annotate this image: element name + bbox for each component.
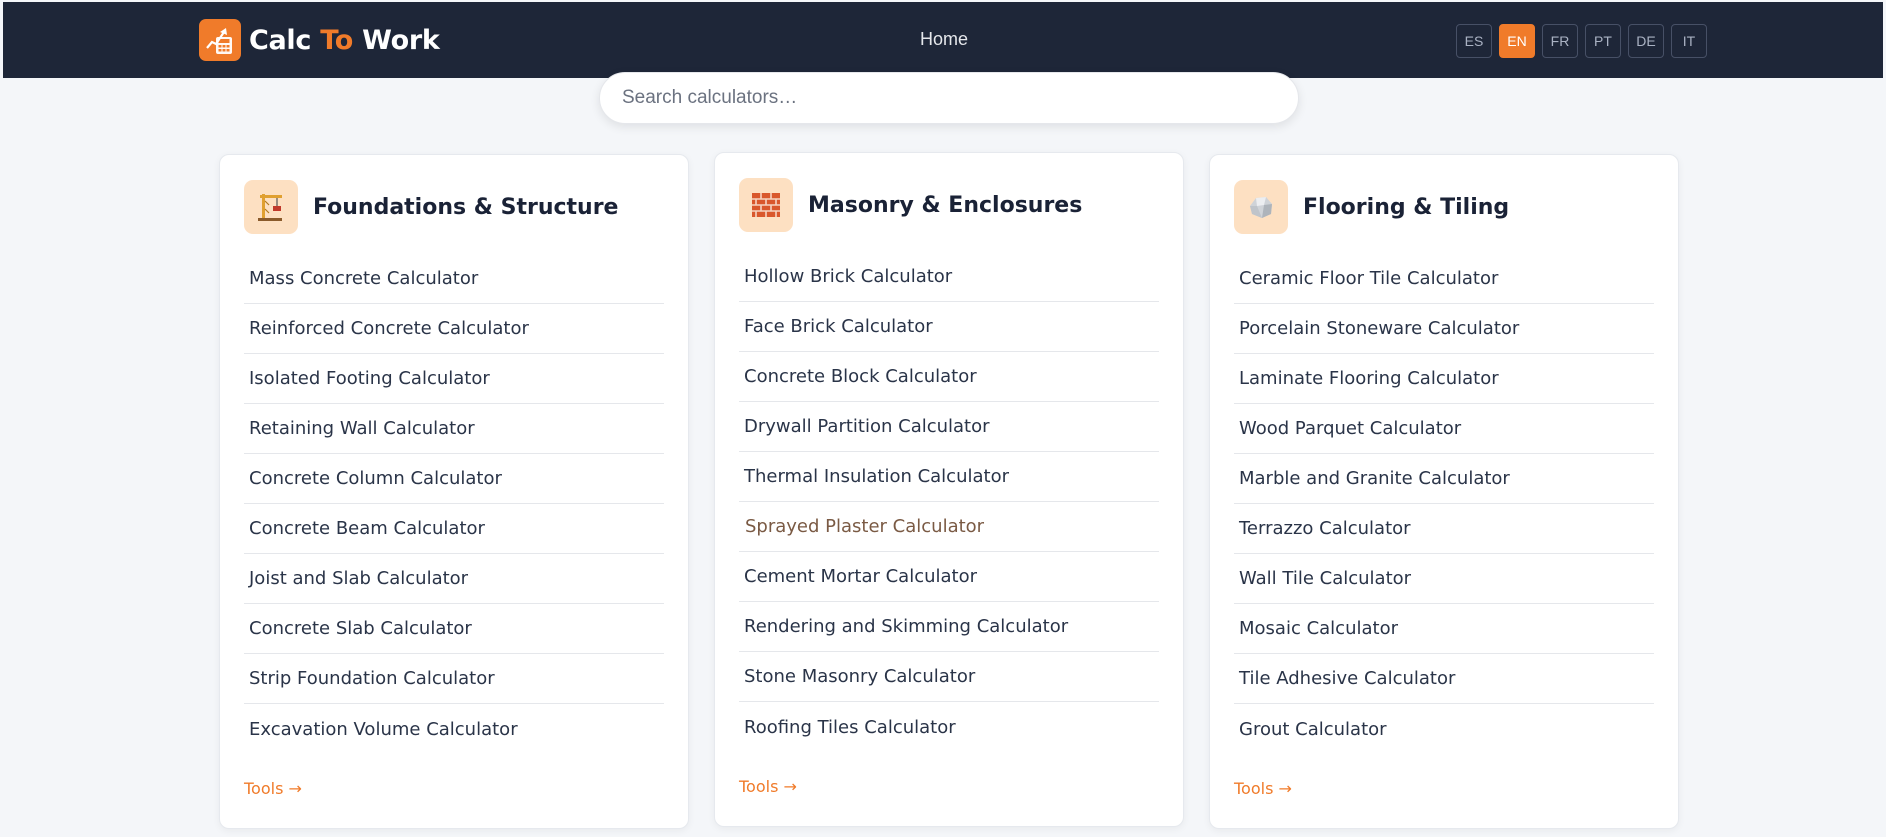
lang-de-button[interactable]: DE: [1628, 24, 1664, 58]
search-bar: [599, 72, 1299, 124]
calculator-link[interactable]: Ceramic Floor Tile Calculator: [1234, 254, 1654, 304]
lang-es-button[interactable]: ES: [1456, 24, 1492, 58]
calculator-link[interactable]: Drywall Partition Calculator: [739, 402, 1159, 452]
tools-link[interactable]: Tools →: [1234, 779, 1292, 798]
calculator-list: Hollow Brick Calculator Face Brick Calcu…: [739, 252, 1159, 752]
calculator-link[interactable]: Mass Concrete Calculator: [244, 254, 664, 304]
calculator-link[interactable]: Laminate Flooring Calculator: [1234, 354, 1654, 404]
category-title: Flooring & Tiling: [1303, 194, 1510, 220]
calculator-link[interactable]: Rendering and Skimming Calculator: [739, 602, 1159, 652]
category-card-foundations: Foundations & Structure Mass Concrete Ca…: [219, 154, 689, 829]
lang-fr-button[interactable]: FR: [1542, 24, 1578, 58]
calculator-link[interactable]: Joist and Slab Calculator: [244, 554, 664, 604]
crane-icon: [244, 180, 298, 234]
calculator-list: Ceramic Floor Tile Calculator Porcelain …: [1234, 254, 1654, 754]
calculator-link[interactable]: Hollow Brick Calculator: [739, 252, 1159, 302]
rock-icon: [1234, 180, 1288, 234]
calculator-link[interactable]: Marble and Granite Calculator: [1234, 454, 1654, 504]
calculator-link[interactable]: Sprayed Plaster Calculator: [739, 502, 1159, 552]
calculator-link[interactable]: Isolated Footing Calculator: [244, 354, 664, 404]
category-card-masonry: Masonry & Enclosures Hollow Brick Calcul…: [714, 152, 1184, 827]
tools-link[interactable]: Tools →: [739, 777, 797, 796]
lang-pt-button[interactable]: PT: [1585, 24, 1621, 58]
calculator-link[interactable]: Strip Foundation Calculator: [244, 654, 664, 704]
calculator-link[interactable]: Face Brick Calculator: [739, 302, 1159, 352]
category-title: Masonry & Enclosures: [808, 192, 1083, 218]
tools-link[interactable]: Tools →: [244, 779, 302, 798]
calculator-chart-icon: [199, 19, 241, 61]
nav-home-link[interactable]: Home: [920, 29, 968, 50]
lang-en-button[interactable]: EN: [1499, 24, 1535, 58]
calculator-link[interactable]: Cement Mortar Calculator: [739, 552, 1159, 602]
calculator-list: Mass Concrete Calculator Reinforced Conc…: [244, 254, 664, 754]
calculator-link[interactable]: Retaining Wall Calculator: [244, 404, 664, 454]
calculator-link[interactable]: Reinforced Concrete Calculator: [244, 304, 664, 354]
calculator-link[interactable]: Wall Tile Calculator: [1234, 554, 1654, 604]
calculator-link[interactable]: Roofing Tiles Calculator: [739, 702, 1159, 752]
brand-name: Calc To Work: [249, 24, 440, 56]
calculator-link[interactable]: Concrete Block Calculator: [739, 352, 1159, 402]
lang-it-button[interactable]: IT: [1671, 24, 1707, 58]
language-switcher: ES EN FR PT DE IT: [1456, 24, 1707, 58]
top-navbar: Calc To Work Home ES EN FR PT DE IT: [3, 2, 1883, 78]
brand-logo-link[interactable]: Calc To Work: [199, 19, 440, 61]
calculator-link[interactable]: Terrazzo Calculator: [1234, 504, 1654, 554]
calculator-link[interactable]: Excavation Volume Calculator: [244, 704, 664, 754]
calculator-link[interactable]: Mosaic Calculator: [1234, 604, 1654, 654]
category-title: Foundations & Structure: [313, 194, 619, 220]
calculator-link[interactable]: Grout Calculator: [1234, 704, 1654, 754]
calculator-link[interactable]: Concrete Column Calculator: [244, 454, 664, 504]
search-input[interactable]: [622, 87, 1262, 109]
calculator-link[interactable]: Porcelain Stoneware Calculator: [1234, 304, 1654, 354]
calculator-link[interactable]: Tile Adhesive Calculator: [1234, 654, 1654, 704]
calculator-link[interactable]: Wood Parquet Calculator: [1234, 404, 1654, 454]
calculator-link[interactable]: Thermal Insulation Calculator: [739, 452, 1159, 502]
calculator-link[interactable]: Concrete Beam Calculator: [244, 504, 664, 554]
calculator-link[interactable]: Stone Masonry Calculator: [739, 652, 1159, 702]
calculator-link[interactable]: Concrete Slab Calculator: [244, 604, 664, 654]
brick-icon: [739, 178, 793, 232]
category-card-flooring: Flooring & Tiling Ceramic Floor Tile Cal…: [1209, 154, 1679, 829]
